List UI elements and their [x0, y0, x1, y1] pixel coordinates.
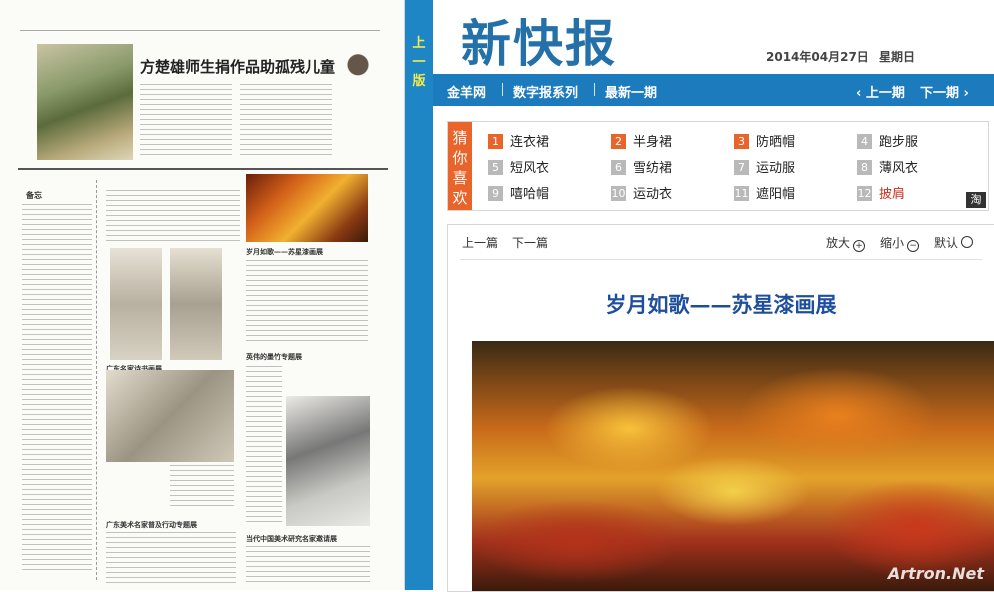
article-text-block	[106, 532, 236, 586]
article-text-block	[246, 546, 370, 586]
nav-divider	[594, 83, 595, 96]
recommend-item-number: 7	[734, 160, 749, 175]
ink-painting-image	[170, 248, 222, 360]
recommend-item[interactable]: 6 雪纺裙	[611, 157, 673, 176]
recommend-item-label: 跑步服	[879, 135, 919, 150]
recommend-item-label: 连衣裙	[510, 135, 550, 150]
zoom-in-label: 放大	[826, 236, 851, 250]
bamboo-painting-image	[286, 396, 370, 526]
circle-icon	[961, 236, 974, 248]
prev-issue-link[interactable]: ‹ 上一期	[856, 82, 905, 101]
column-divider	[96, 180, 97, 580]
recommend-item[interactable]: 3 防晒帽	[734, 131, 796, 150]
taobao-icon[interactable]: 淘	[966, 192, 986, 208]
recommend-item[interactable]: 5 短风衣	[488, 157, 550, 176]
section-head: 广东美术名家普及行动专题展	[106, 520, 197, 529]
recommend-item[interactable]: 1 连衣裙	[488, 131, 550, 150]
next-article-link[interactable]: 下一篇	[512, 234, 548, 251]
recommend-item-label: 短风衣	[510, 161, 550, 176]
recommend-item-label: 嘻哈帽	[510, 187, 550, 202]
recommend-item[interactable]: 10 运动衣	[611, 183, 673, 202]
zoom-default-label: 默认	[934, 236, 959, 250]
recommend-item-number: 9	[488, 186, 503, 201]
recommend-item-label: 薄风衣	[879, 161, 919, 176]
recommend-item-number: 1	[488, 134, 503, 149]
autumn-forest-painting: Artron.Net	[472, 341, 994, 591]
site-header: 新快报 2014年04月27日 星期日	[433, 0, 994, 74]
newspaper-page-scan[interactable]: 方楚雄师生捐作品助孤残儿童 备忘 岁月如歌——苏星漆画展 广东名家诗书画展 英伟…	[0, 0, 405, 590]
recommend-item-label: 半身裙	[633, 135, 673, 150]
divider	[18, 168, 388, 170]
recommend-item-label: 防晒帽	[756, 135, 796, 150]
prev-page-link[interactable]: 上一版	[409, 34, 429, 91]
article-text-block	[106, 190, 240, 242]
side-column-head: 备忘	[26, 190, 42, 200]
recommend-item-label: 遮阳帽	[756, 187, 796, 202]
page-side-strip: 上一版	[405, 0, 433, 590]
recommend-item-number: 10	[611, 186, 626, 201]
minus-icon: −	[907, 240, 920, 252]
zoom-in-button[interactable]: 放大 +	[826, 234, 866, 252]
recommend-item[interactable]: 4 跑步服	[857, 131, 919, 150]
section-head: 岁月如歌——苏星漆画展	[246, 247, 323, 256]
side-column-text	[22, 204, 92, 574]
column-logo-calligraphy	[340, 36, 376, 132]
recommend-item[interactable]: 9 嘻哈帽	[488, 183, 550, 202]
recommend-item[interactable]: 2 半身裙	[611, 131, 673, 150]
artron-watermark: Artron.Net	[887, 564, 984, 583]
nav-latest-issue[interactable]: 最新一期	[605, 82, 657, 101]
article-title: 岁月如歌——苏星漆画展	[605, 292, 837, 317]
nav-divider	[502, 83, 503, 96]
recommend-item-number: 8	[857, 160, 872, 175]
autumn-painting-thumb	[246, 174, 368, 242]
top-nav-bar: 金羊网 数字报系列 最新一期 ‹ 上一期 下一期 ›	[433, 74, 994, 106]
recommend-item-number: 5	[488, 160, 503, 175]
article-text-block	[240, 84, 332, 158]
monkey-painting-image	[37, 44, 133, 160]
recommend-item-number: 2	[611, 134, 626, 149]
section-head: 当代中国美术研究名家邀请展	[246, 534, 337, 543]
calligraphy-image	[106, 370, 234, 462]
nav-digital-series[interactable]: 数字报系列	[513, 82, 578, 101]
zoom-out-label: 缩小	[880, 236, 905, 250]
recommend-item[interactable]: 11 遮阳帽	[734, 183, 796, 202]
article-text-block	[246, 260, 368, 344]
zoom-out-button[interactable]: 缩小 −	[880, 234, 920, 252]
recommend-item[interactable]: 12 披肩	[857, 183, 906, 202]
recommend-item-number: 12	[857, 186, 872, 201]
issue-date: 2014年04月27日 星期日	[766, 48, 915, 65]
section-head: 英伟的墨竹专题展	[246, 352, 302, 361]
newspaper-logo[interactable]: 新快报	[461, 4, 617, 76]
article-text-block	[246, 366, 282, 526]
next-issue-link[interactable]: 下一期 ›	[920, 82, 969, 101]
issue-weekday: 星期日	[879, 50, 916, 64]
recommend-item-label: 运动衣	[633, 187, 673, 202]
recommend-item-label: 披肩	[879, 187, 906, 202]
recommend-item-number: 4	[857, 134, 872, 149]
page-header-line	[20, 18, 380, 31]
recommend-label: 猜你喜欢	[448, 122, 472, 210]
article-panel: 上一篇 下一篇 放大 + 缩小 − 默认 岁月如歌——苏星漆画展 Artron.Ne…	[447, 224, 994, 592]
recommend-panel: 猜你喜欢 1 连衣裙 2 半身裙 3 防晒帽 4 跑步服 5 短风衣 6 雪纺裙 7 运动服 8 薄风衣 9 嘻哈…	[447, 121, 989, 211]
plus-icon: +	[853, 240, 866, 252]
recommend-item[interactable]: 7 运动服	[734, 157, 796, 176]
article-text-block	[140, 84, 232, 158]
article-divider	[460, 259, 982, 260]
recommend-item-number: 6	[611, 160, 626, 175]
recommend-item-label: 雪纺裙	[633, 161, 673, 176]
recommend-item-number: 11	[734, 186, 749, 201]
prev-article-link[interactable]: 上一篇	[462, 234, 498, 251]
issue-date-value: 2014年04月27日	[766, 50, 869, 64]
ink-painting-image	[110, 248, 162, 360]
recommend-item[interactable]: 8 薄风衣	[857, 157, 919, 176]
recommend-item-number: 3	[734, 134, 749, 149]
nav-jinyang[interactable]: 金羊网	[447, 82, 486, 101]
zoom-default-button[interactable]: 默认	[934, 234, 974, 251]
recommend-item-label: 运动服	[756, 161, 796, 176]
scan-headline: 方楚雄师生捐作品助孤残儿童	[140, 58, 336, 76]
